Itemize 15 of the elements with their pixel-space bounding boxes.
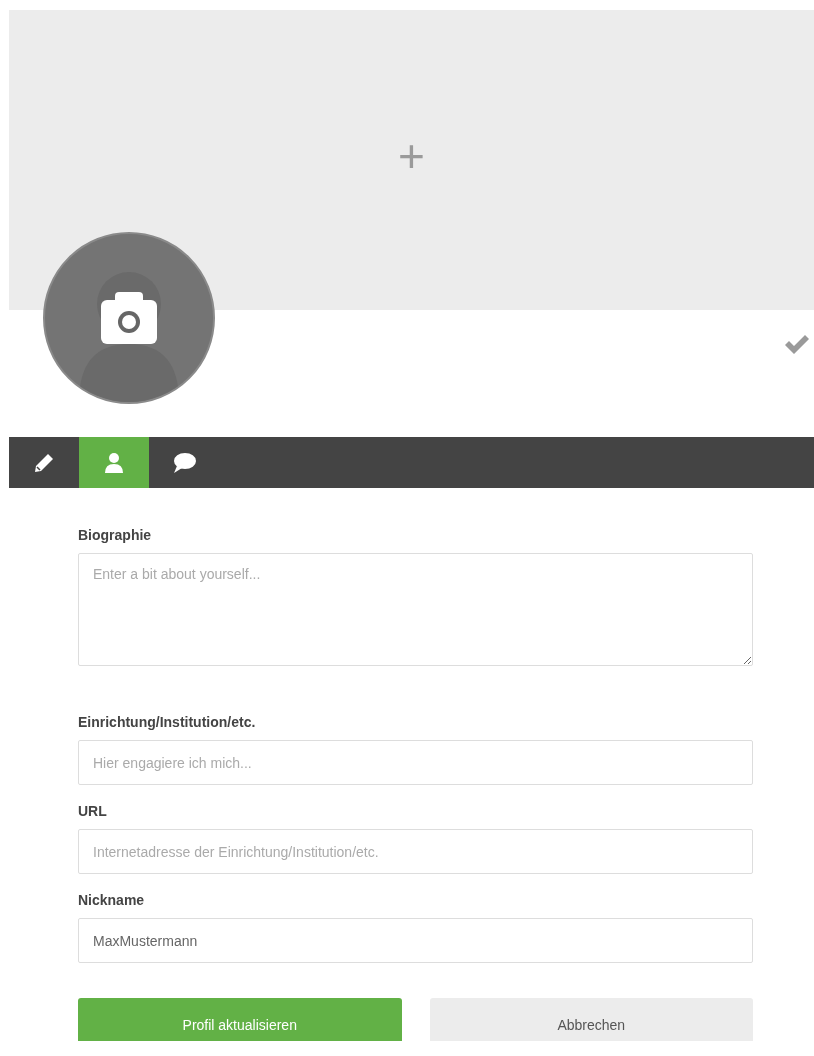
input-field[interactable]: MaxMustermann (78, 918, 753, 963)
speech-bubble-icon (171, 451, 197, 474)
field-label: Einrichtung/Institution/etc. (78, 714, 257, 730)
field-label: Nickname (78, 892, 146, 908)
biography-field[interactable]: Enter a bit about yourself... (78, 553, 753, 666)
camera-icon (101, 292, 157, 344)
add-cover-label: + (398, 133, 425, 179)
input-field[interactable]: Hier engagiere ich mich... (78, 740, 753, 785)
cancel-button[interactable]: Abbrechen (429, 998, 753, 1041)
pencil-icon (33, 451, 55, 474)
checkmark-icon[interactable] (784, 334, 810, 356)
field-label: URL (78, 803, 108, 819)
input-field[interactable]: Internetadresse der Einrichtung/Institution/etc. (78, 829, 753, 874)
field-label: Biographie (78, 527, 153, 543)
user-icon (104, 451, 124, 474)
